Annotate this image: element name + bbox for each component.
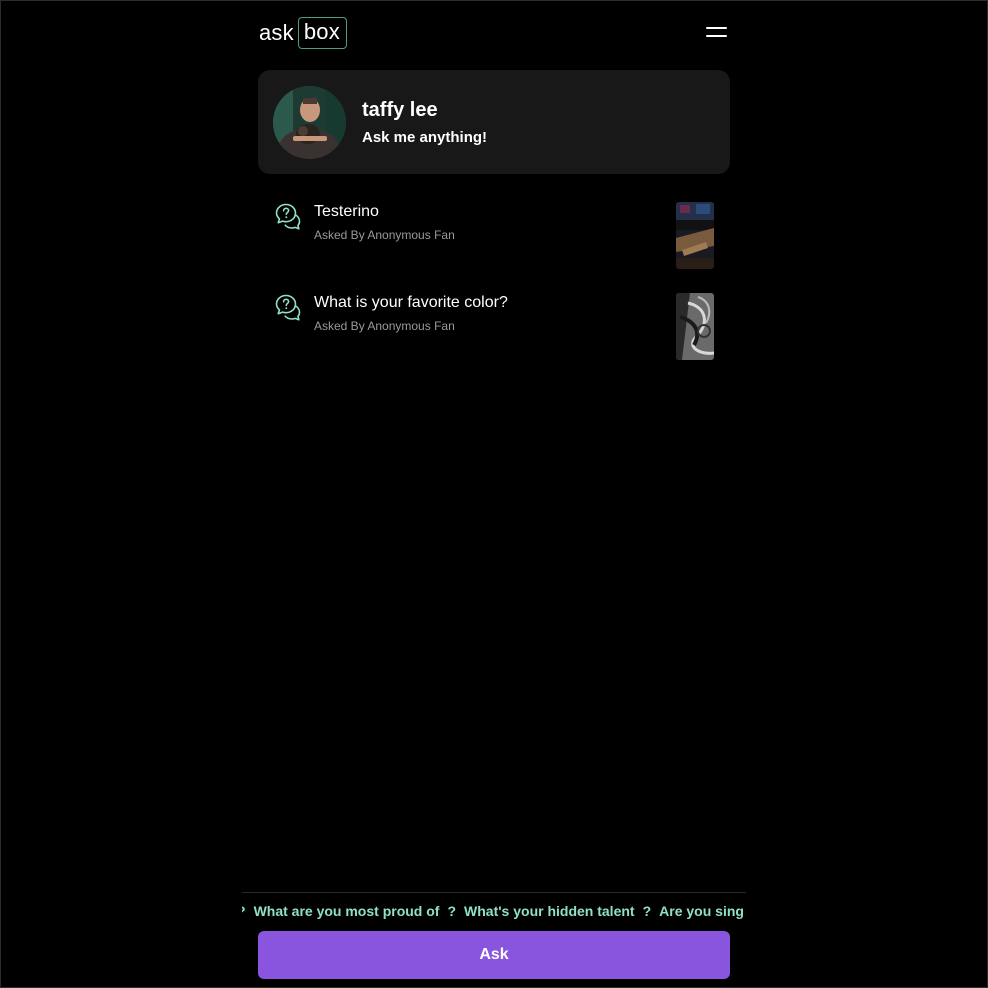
ticker-suggestion[interactable]: What are you most proud of [254,903,440,919]
question-meta: Asked By Anonymous Fan [314,319,455,333]
menu-line-top [706,27,727,29]
ask-button[interactable]: Ask [258,931,730,979]
logo-box-text: box [297,17,347,49]
ticker-question-mark: ? [447,903,457,919]
question-bubble-icon [275,294,301,321]
question-bubble-icon [275,203,301,230]
ticker-question-mark: ? [242,903,246,919]
question-item[interactable]: What is your favorite color? Asked By An… [274,293,714,363]
ticker-question-mark: ? [642,903,652,919]
profile-name: taffy lee [362,99,438,121]
app-container: ask box taffy lee Ask me anything! Teste… [242,0,746,988]
logo-ask-text: ask [259,20,294,45]
ticker-suggestion[interactable]: What's your hidden talent [464,903,635,919]
avatar-photo-illustration [273,86,346,159]
askbox-logo[interactable]: ask box [259,17,347,49]
question-text: Testerino [314,203,379,220]
answer-thumbnail-image [676,202,714,269]
profile-card: taffy lee Ask me anything! [258,70,730,174]
bottom-divider [242,892,746,893]
suggested-questions-ticker[interactable]: ? What are you most proud of? What's your … [242,901,746,921]
answer-thumbnail-image [676,293,714,360]
profile-tagline: Ask me anything! [362,129,488,146]
profile-avatar [273,86,346,159]
question-meta: Asked By Anonymous Fan [314,228,455,242]
question-item[interactable]: Testerino Asked By Anonymous Fan [274,202,714,272]
question-text: What is your favorite color? [314,294,508,311]
ticker-suggestion[interactable]: Are you sing [659,903,744,919]
ticker-track: ? What are you most proud of? What's your … [242,903,746,919]
hamburger-menu-icon[interactable] [706,26,728,42]
answer-thumbnail[interactable] [676,293,714,360]
answer-thumbnail[interactable] [676,202,714,269]
menu-line-bottom [706,35,727,37]
